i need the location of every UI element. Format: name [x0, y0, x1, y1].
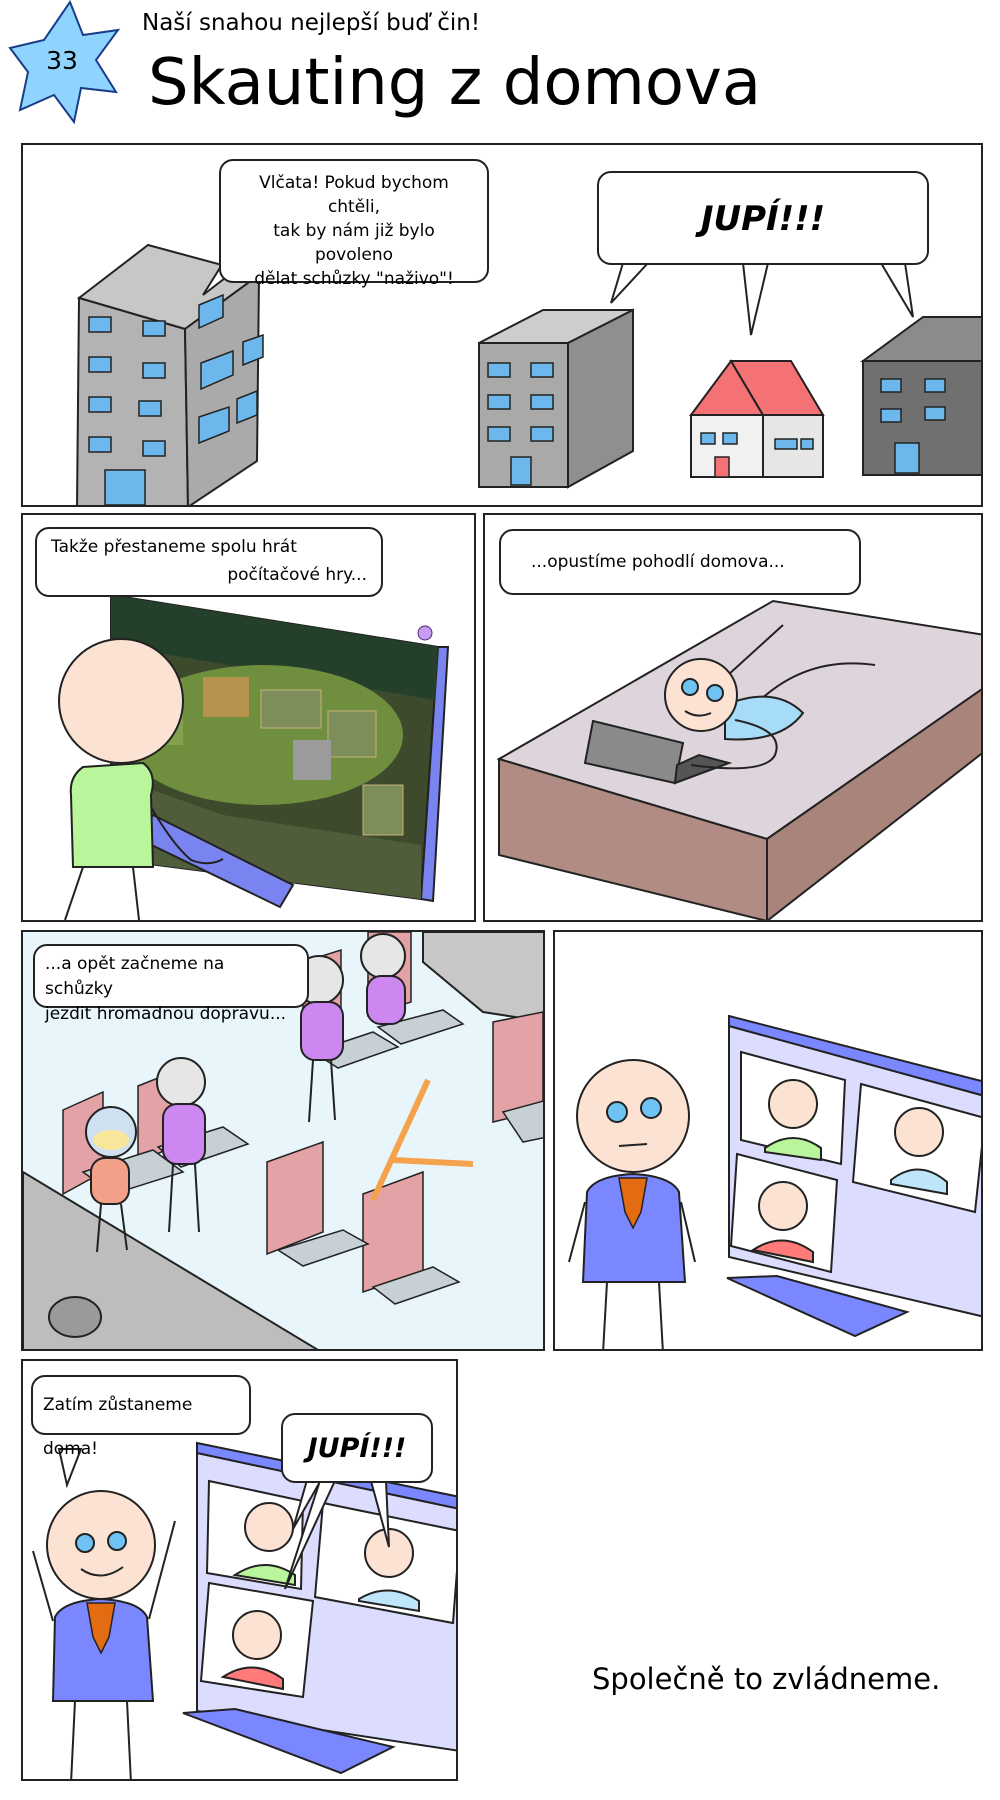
- panel-4: ...a opět začneme na schůzky jezdit hrom…: [21, 930, 545, 1351]
- closing-caption: Společně to zvládneme.: [592, 1662, 941, 1696]
- shout-text: JUPÍ!!!: [700, 199, 826, 239]
- speech-bubble: Takže přestaneme spolu hrát počítačové h…: [35, 527, 383, 597]
- speech-bubble: ...a opět začneme na schůzky jezdit hrom…: [33, 944, 309, 1024]
- issue-number: 33: [46, 46, 78, 75]
- speech-line: tak by nám již bylo povoleno: [273, 221, 435, 265]
- speech-line: Takže přestaneme spolu hrát: [51, 537, 297, 557]
- speech-line: Zatím zůstaneme doma!: [43, 1395, 193, 1459]
- panel-3: ...opustíme pohodlí domova...: [483, 513, 983, 922]
- speech-bubble-leader: Vlčata! Pokud bychom chtěli, tak by nám …: [219, 159, 489, 289]
- speech-line: jezdit hromadnou dopravu...: [45, 1004, 287, 1024]
- video-call-scene: [568, 1014, 981, 1349]
- panel-5: [553, 930, 983, 1351]
- speech-line: ...a opět začneme na schůzky: [45, 954, 225, 999]
- speech-bubble: ...opustíme pohodlí domova...: [499, 529, 861, 595]
- speech-line: ...opustíme pohodlí domova...: [531, 552, 785, 572]
- speech-line: počítačové hry...: [227, 565, 367, 585]
- shout-bubble: JUPÍ!!!: [281, 1413, 433, 1483]
- speech-line: dělat schůzky "naživo"!: [254, 269, 454, 289]
- shout-bubble: JUPÍ!!!: [597, 171, 929, 265]
- shout-text: JUPÍ!!!: [307, 1433, 407, 1464]
- page-title: Skauting z domova: [148, 46, 762, 120]
- panel-6: Zatím zůstaneme doma! JUPÍ!!!: [21, 1359, 458, 1781]
- panel-1: Vlčata! Pokud bychom chtěli, tak by nám …: [21, 143, 983, 507]
- panel-2: Takže přestaneme spolu hrát počítačové h…: [21, 513, 476, 922]
- page-subtitle: Naší snahou nejlepší buď čin!: [142, 10, 481, 36]
- speech-bubble-leader: Zatím zůstaneme doma!: [31, 1375, 251, 1459]
- speech-line: Vlčata! Pokud bychom chtěli,: [259, 173, 449, 217]
